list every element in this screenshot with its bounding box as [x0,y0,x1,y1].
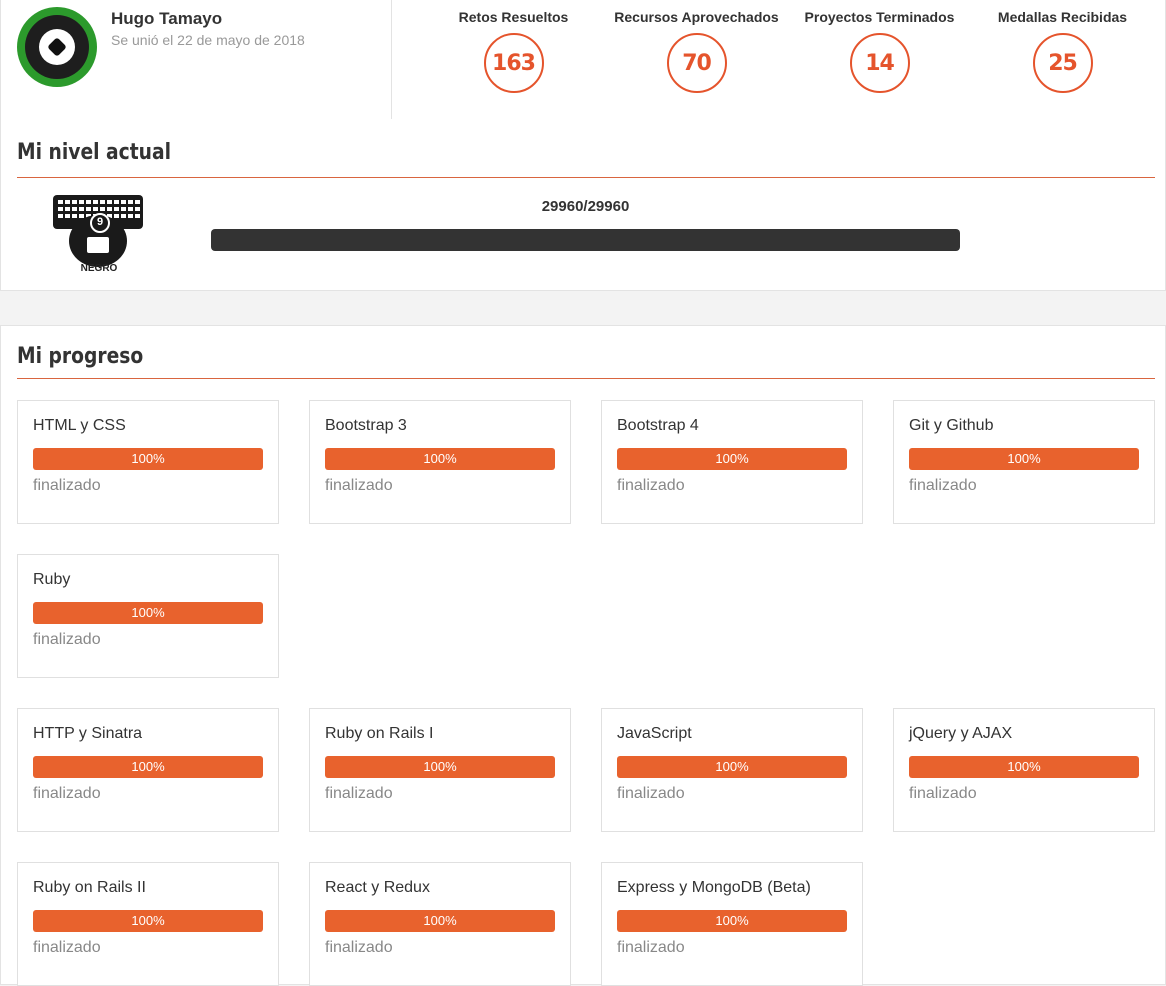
course-status: finalizado [33,631,101,648]
course-progress-bar: 100% [909,448,1139,470]
course-card[interactable]: JavaScript 100% finalizado [601,708,863,832]
level-progress-fill [211,229,960,251]
course-percent: 100% [715,759,749,774]
course-progress-bar: 100% [617,448,847,470]
divider [391,0,392,119]
join-date: Se unió el 22 de mayo de 2018 [111,32,305,48]
fist-icon [87,237,109,253]
course-card[interactable]: jQuery y AJAX 100% finalizado [893,708,1155,832]
course-name: Ruby on Rails I [325,725,434,742]
course-percent: 100% [423,759,457,774]
soccer-ball-icon [39,29,75,65]
black-belt-keyboard-icon: 9 NEGRO [53,195,145,277]
course-name: React y Redux [325,879,430,896]
stat-label: Medallas Recibidas [997,9,1128,25]
course-name: Bootstrap 4 [617,417,699,434]
course-name: jQuery y AJAX [909,725,1013,742]
course-name: Ruby on Rails II [33,879,146,896]
level-score: 29960/29960 [541,198,630,215]
progress-section-title: Mi progreso [17,344,144,369]
stat-value: 163 [483,33,544,93]
course-progress-bar: 100% [909,756,1139,778]
course-percent: 100% [131,605,165,620]
course-percent: 100% [1007,759,1041,774]
course-progress-bar: 100% [33,910,263,932]
level-progress-bar [211,229,960,251]
course-progress-bar: 100% [617,756,847,778]
stat-value: 70 [666,33,727,93]
section-divider [17,378,1155,379]
course-card[interactable]: HTML y CSS 100% finalizado [17,400,279,524]
course-progress-bar: 100% [617,910,847,932]
stat-label: Proyectos Terminados [804,9,955,25]
course-percent: 100% [1007,451,1041,466]
course-status: finalizado [33,477,101,494]
course-progress-bar: 100% [33,756,263,778]
stat-value: 25 [1032,33,1093,93]
course-percent: 100% [131,759,165,774]
course-progress-bar: 100% [325,910,555,932]
course-status: finalizado [617,477,685,494]
course-card[interactable]: Ruby on Rails II 100% finalizado [17,862,279,986]
course-name: Express y MongoDB (Beta) [617,879,811,896]
course-name: Bootstrap 3 [325,417,407,434]
stat-label: Recursos Aprovechados [614,9,779,25]
course-card[interactable]: Bootstrap 4 100% finalizado [601,400,863,524]
course-name: Git y Github [909,417,994,434]
course-percent: 100% [423,451,457,466]
course-name: Ruby [33,571,71,588]
course-card[interactable]: Express y MongoDB (Beta) 100% finalizado [601,862,863,986]
course-progress-bar: 100% [33,448,263,470]
stat-medallas: Medallas Recibidas 25 [971,9,1154,93]
course-status: finalizado [617,785,685,802]
course-status: finalizado [909,477,977,494]
course-card[interactable]: Bootstrap 3 100% finalizado [309,400,571,524]
course-card[interactable]: HTTP y Sinatra 100% finalizado [17,708,279,832]
course-percent: 100% [715,451,749,466]
course-card[interactable]: React y Redux 100% finalizado [309,862,571,986]
course-progress-bar: 100% [33,602,263,624]
belt-label: NEGRO [80,263,118,274]
course-name: JavaScript [617,725,692,742]
course-percent: 100% [131,451,165,466]
course-card[interactable]: Ruby 100% finalizado [17,554,279,678]
stat-retos: Retos Resueltos 163 [422,9,605,93]
user-name: Hugo Tamayo [111,9,223,28]
course-status: finalizado [325,785,393,802]
course-percent: 100% [423,913,457,928]
course-card[interactable]: Ruby on Rails I 100% finalizado [309,708,571,832]
course-status: finalizado [325,477,393,494]
course-status: finalizado [33,939,101,956]
course-status: finalizado [325,939,393,956]
section-divider [17,177,1155,178]
course-percent: 100% [715,913,749,928]
stat-value: 14 [849,33,910,93]
course-progress-bar: 100% [325,448,555,470]
course-card[interactable]: Git y Github 100% finalizado [893,400,1155,524]
stat-label: Retos Resueltos [458,9,569,25]
belt-number: 9 [90,213,110,233]
course-status: finalizado [617,939,685,956]
stat-proyectos: Proyectos Terminados 14 [788,9,971,93]
stat-recursos: Recursos Aprovechados 70 [605,9,788,93]
course-name: HTML y CSS [33,417,126,434]
course-percent: 100% [131,913,165,928]
level-section-title: Mi nivel actual [17,140,172,165]
course-status: finalizado [33,785,101,802]
course-status: finalizado [909,785,977,802]
profile-card: Hugo Tamayo Se unió el 22 de mayo de 201… [0,0,1166,291]
avatar [17,7,97,87]
progress-card: Mi progreso HTML y CSS 100% finalizado Boot… [0,325,1166,986]
course-name: HTTP y Sinatra [33,725,143,742]
course-progress-bar: 100% [325,756,555,778]
